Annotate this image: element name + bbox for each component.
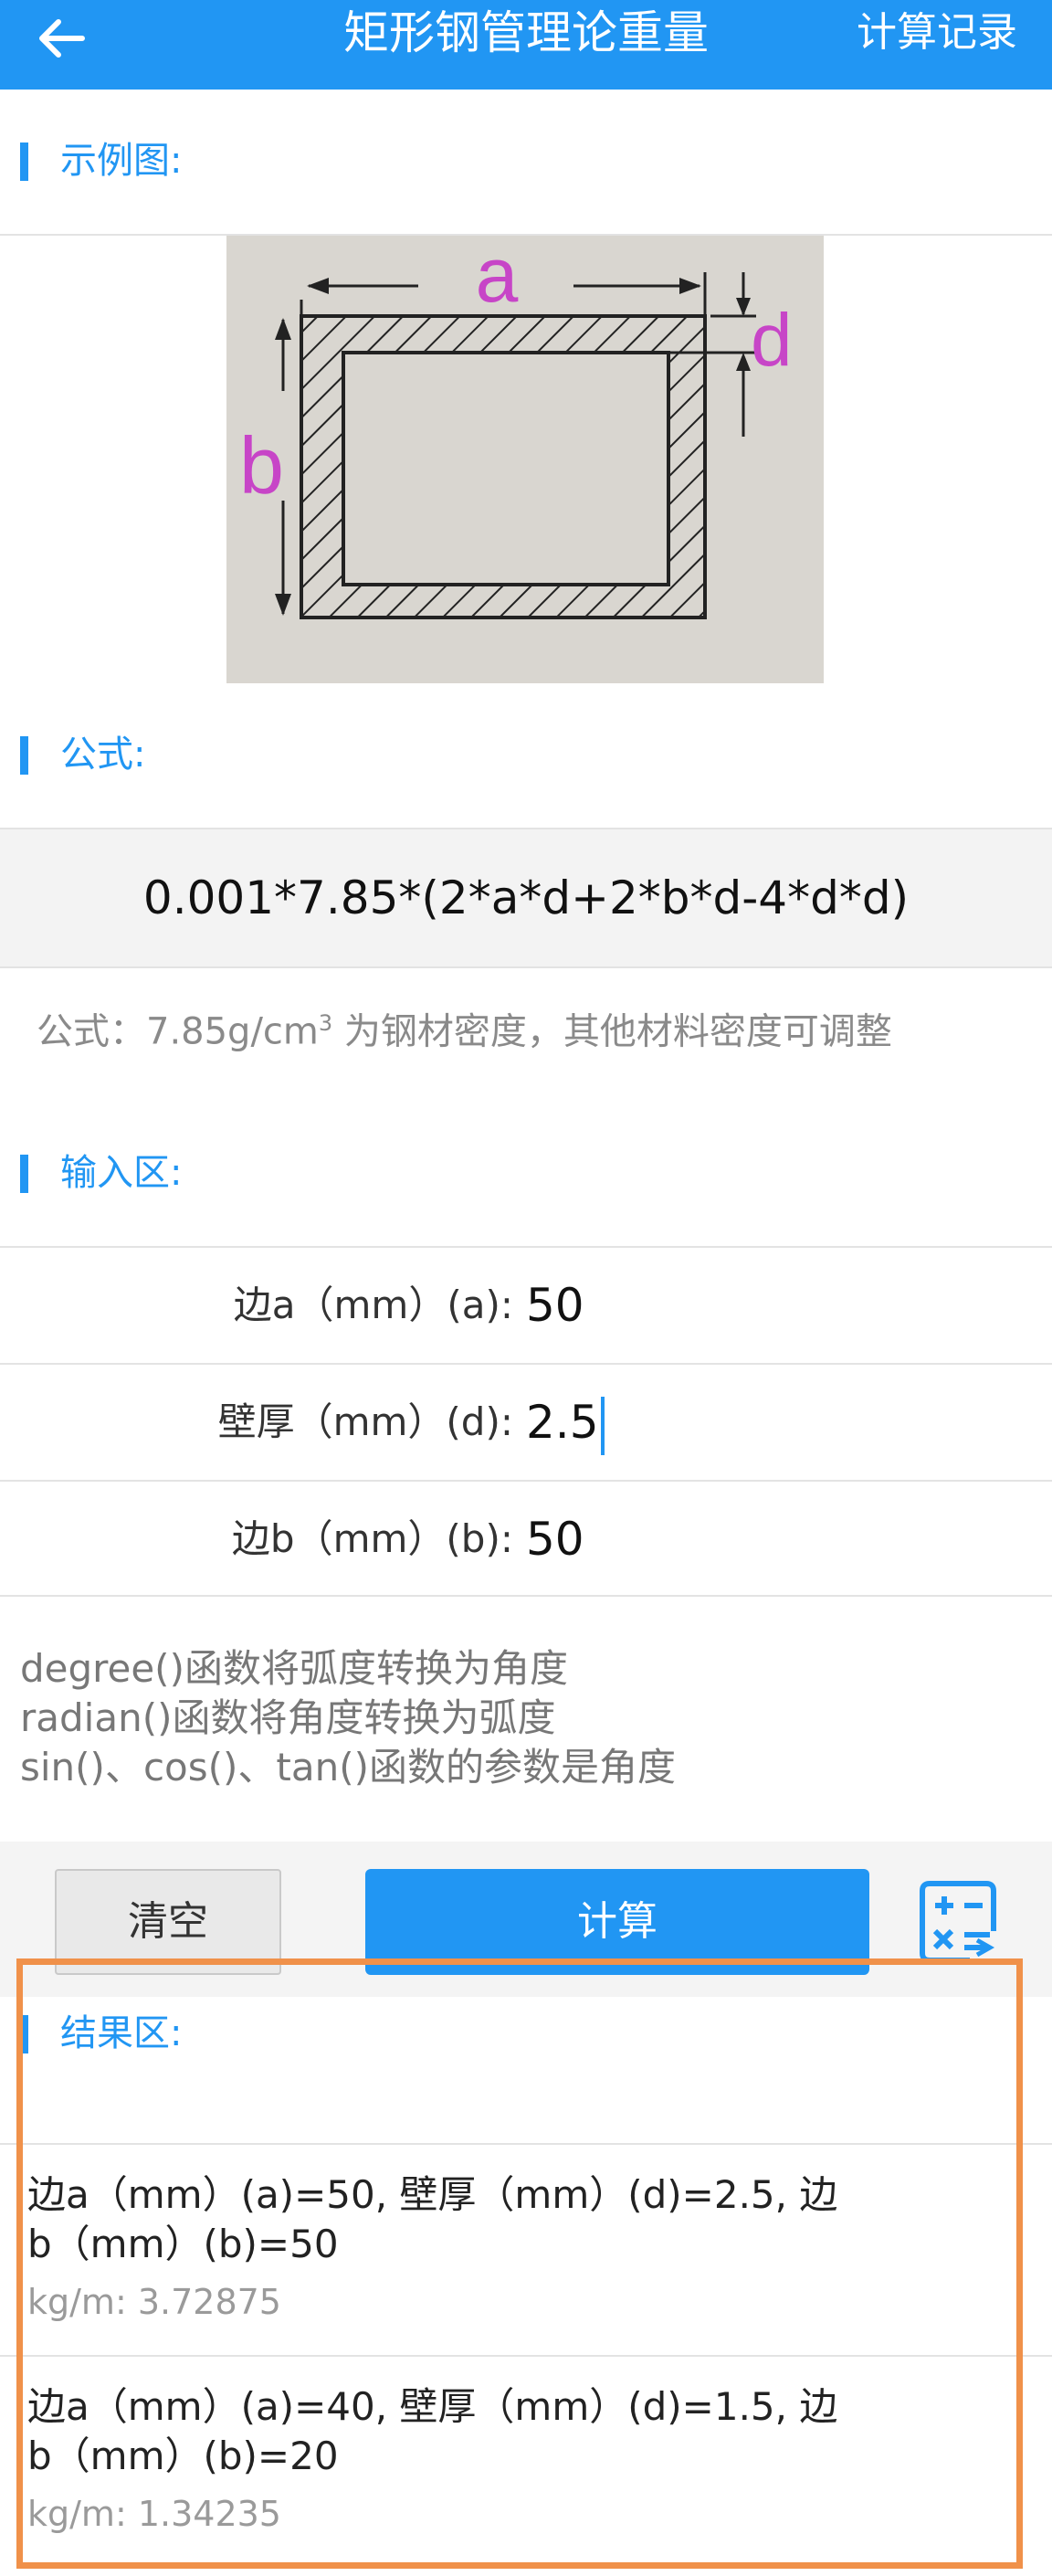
app-bar: 矩形钢管理论重量 计算记录 [0, 0, 1052, 90]
section-accent-bar [20, 736, 28, 775]
formula-expression: 0.001*7.85*(2*a*d+2*b*d-4*d*d) [142, 871, 910, 924]
hint-line: sin()、cos()、tan()函数的参数是角度 [20, 1745, 676, 1789]
formula-note-text-tail: 为钢材密度，其他材料密度可调整 [332, 1010, 892, 1053]
formula-note-superscript: 3 [318, 1010, 333, 1036]
formula-note-text: 公式：7.85g/cm [37, 1010, 319, 1053]
divider [0, 966, 1052, 968]
input-value-d: 2.5 [526, 1396, 599, 1449]
hint-line: radian()函数将角度转换为弧度 [20, 1695, 556, 1740]
diagram-label-b: b [239, 420, 284, 511]
rect-tube-diagram: a b d [239, 232, 793, 619]
input-row-a: 边a（mm）(a): 50 [0, 1248, 1052, 1363]
section-accent-bar [20, 1155, 28, 1193]
formula-note: 公式：7.85g/cm3 为钢材密度，其他材料密度可调整 [37, 1001, 950, 1053]
input-row-b: 边b（mm）(b): 50 [0, 1482, 1052, 1597]
calc-history-button[interactable]: 计算记录 [857, 0, 1017, 66]
function-hints: degree()函数将弧度转换为角度 radian()函数将角度转换为弧度 si… [20, 1644, 676, 1792]
divider [0, 1595, 1052, 1597]
input-field-d[interactable]: 2.5 [526, 1365, 605, 1480]
formula-box: 0.001*7.85*(2*a*d+2*b*d-4*d*d) [0, 829, 1052, 966]
result-highlight-frame [16, 1958, 1023, 2569]
section-accent-bar [20, 143, 28, 181]
input-field-a[interactable]: 50 [526, 1248, 584, 1363]
calculator-icon[interactable] [913, 1878, 1001, 1966]
text-caret [600, 1396, 605, 1455]
diagram-label-a: a [476, 236, 519, 318]
section-formula-label: 公式: [60, 734, 146, 776]
example-diagram: a b d [226, 232, 824, 683]
section-example-header: 示例图: [0, 124, 1052, 197]
section-input-label: 输入区: [60, 1152, 183, 1194]
input-label-d: 壁厚（mm）(d): [217, 1399, 513, 1444]
section-example-label: 示例图: [60, 140, 183, 182]
hint-line: degree()函数将弧度转换为角度 [20, 1646, 568, 1691]
input-row-d: 壁厚（mm）(d): 2.5 [0, 1365, 1052, 1480]
input-label-b: 边b（mm）(b): [231, 1516, 513, 1561]
input-label-a: 边a（mm）(a): [233, 1283, 513, 1327]
section-input-header: 输入区: [0, 1136, 1052, 1209]
input-field-b[interactable]: 50 [526, 1482, 584, 1597]
section-formula-header: 公式: [0, 718, 1052, 791]
diagram-label-d: d [751, 299, 793, 382]
